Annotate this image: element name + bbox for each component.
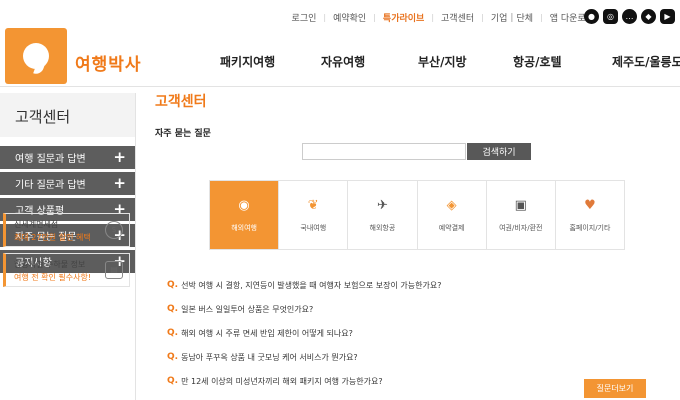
logo-mark[interactable] [5, 28, 67, 84]
logo-quote-icon [23, 43, 49, 69]
footprint-icon: ❦ [307, 197, 319, 213]
sidebar-item-label: 기타 질문과 답변 [15, 180, 86, 191]
login-link[interactable]: 로그인 [292, 11, 317, 24]
q-marker: Q. [167, 376, 179, 386]
globe-icon: ◉ [238, 197, 250, 213]
faq-question: 선박 여행 시 결항, 지연등이 발생했을 때 여행자 보험으로 보장이 가능한… [181, 280, 442, 290]
group-link[interactable]: 단체 [516, 11, 533, 24]
list-item[interactable]: Q. 일본 버스 일일투어 상품은 무엇인가요? [167, 297, 637, 321]
tag-icon: ◈ [446, 197, 457, 213]
section-subtitle: 자주 묻는 질문 [155, 129, 211, 139]
sidebar-item-other-qna[interactable]: 기타 질문과 답변 + [0, 172, 135, 195]
tab-label: 여권/비자/환전 [499, 224, 543, 232]
faq-question: 동남아 푸꾸옥 상품 내 굿모닝 케어 서비스가 뭔가요? [181, 352, 358, 362]
faq-search-input[interactable] [302, 143, 466, 160]
nav-jeju-ulleung[interactable]: 제주도/울릉도 [612, 53, 680, 70]
corporate-link[interactable]: 기업 [491, 11, 508, 24]
plus-icon: + [113, 148, 126, 166]
q-marker: Q. [167, 304, 179, 314]
youtube-icon[interactable]: ▶ [660, 9, 675, 24]
chat-icon[interactable]: ◆ [641, 9, 656, 24]
coin-icon: $ [105, 221, 123, 239]
plus-icon: + [113, 174, 126, 192]
list-item[interactable]: Q. 동남아 푸꾸옥 상품 내 굿모닝 케어 서비스가 뭔가요? [167, 345, 637, 369]
instagram-icon[interactable]: ◎ [603, 9, 618, 24]
faq-category-tabs: ◉ 해외여행 ❦ 국내여행 ✈ 해외항공 ◈ 예약결제 ▣ 여권/비자/환전 ♥… [209, 180, 625, 250]
faq-question: 만 12세 이상의 미성년자끼리 해외 패키지 여행 가능한가요? [181, 376, 383, 386]
q-marker: Q. [167, 352, 179, 362]
baggage-banner[interactable]: 항공사별 수하물 정보 여행 전 확인 필수사항! ▤ [3, 253, 130, 287]
blog-icon[interactable]: ● [584, 9, 599, 24]
sidebar-title: 고객센터 [0, 93, 135, 137]
logo-text[interactable]: 여행박사 [75, 50, 142, 75]
id-card-icon: ▣ [514, 197, 527, 213]
talk-icon[interactable]: … [622, 9, 637, 24]
utility-links: 로그인 | 예약확인 | 특가라이브 | 고객센터 | 기업 | 단체 | 앱 … [291, 11, 594, 25]
tab-label: 예약결제 [438, 224, 465, 232]
tab-domestic-travel[interactable]: ❦ 국내여행 [279, 181, 349, 249]
special-live-link[interactable]: 특가라이브 [383, 11, 424, 24]
sidebar-item-label: 여행 질문과 답변 [15, 154, 86, 165]
sns-links: ● ◎ … ◆ ▶ [584, 9, 675, 24]
tab-overseas-travel[interactable]: ◉ 해외여행 [210, 181, 280, 249]
tab-passport-visa[interactable]: ▣ 여권/비자/환전 [487, 181, 556, 249]
tab-overseas-flight[interactable]: ✈ 해외항공 [348, 181, 418, 249]
more-questions-button[interactable]: 질문더보기 [584, 379, 646, 398]
heart-icon: ♥ [584, 197, 596, 213]
luggage-icon: ▤ [105, 261, 123, 279]
tab-booking-payment[interactable]: ◈ 예약결제 [418, 181, 487, 249]
customer-center-link[interactable]: 고객센터 [441, 11, 474, 24]
list-item[interactable]: Q. 해외 여행 시 주류 면세 반입 제한이 어떻게 되나요? [167, 321, 637, 345]
faq-list: Q. 선박 여행 시 결항, 지연등이 발생했을 때 여행자 보험으로 보장이 … [167, 273, 637, 393]
tab-label: 홈페이지/기타 [569, 224, 611, 232]
list-item[interactable]: Q. 선박 여행 시 결항, 지연등이 발생했을 때 여행자 보험으로 보장이 … [167, 273, 637, 297]
reservation-check-link[interactable]: 예약확인 [333, 11, 366, 24]
nav-air-hotel[interactable]: 항공/호텔 [513, 53, 562, 70]
nav-package-tour[interactable]: 패키지여행 [220, 53, 275, 70]
tab-label: 해외항공 [369, 224, 396, 232]
q-marker: Q. [167, 280, 179, 290]
dutyfree-banner[interactable]: 신세계면세점 최대 27만원 할인 혜택 $ [3, 213, 130, 247]
nav-free-tour[interactable]: 자유여행 [321, 53, 365, 70]
q-marker: Q. [167, 328, 179, 338]
airplane-icon: ✈ [376, 197, 388, 213]
faq-question: 해외 여행 시 주류 면세 반입 제한이 어떻게 되나요? [181, 328, 353, 338]
tab-label: 국내여행 [300, 224, 327, 232]
faq-question: 일본 버스 일일투어 상품은 무엇인가요? [181, 304, 314, 314]
page-title: 고객센터 [155, 94, 207, 110]
nav-busan-regional[interactable]: 부산/지방 [418, 53, 467, 70]
tab-homepage-etc[interactable]: ♥ 홈페이지/기타 [556, 181, 624, 249]
utility-bar: 로그인 | 예약확인 | 특가라이브 | 고객센터 | 기업 | 단체 | 앱 … [0, 0, 680, 34]
tab-label: 해외여행 [231, 224, 257, 232]
header-divider [0, 86, 680, 87]
sidebar-item-travel-qna[interactable]: 여행 질문과 답변 + [0, 146, 135, 169]
search-button[interactable]: 검색하기 [467, 143, 531, 160]
list-item[interactable]: Q. 만 12세 이상의 미성년자끼리 해외 패키지 여행 가능한가요? [167, 369, 637, 393]
